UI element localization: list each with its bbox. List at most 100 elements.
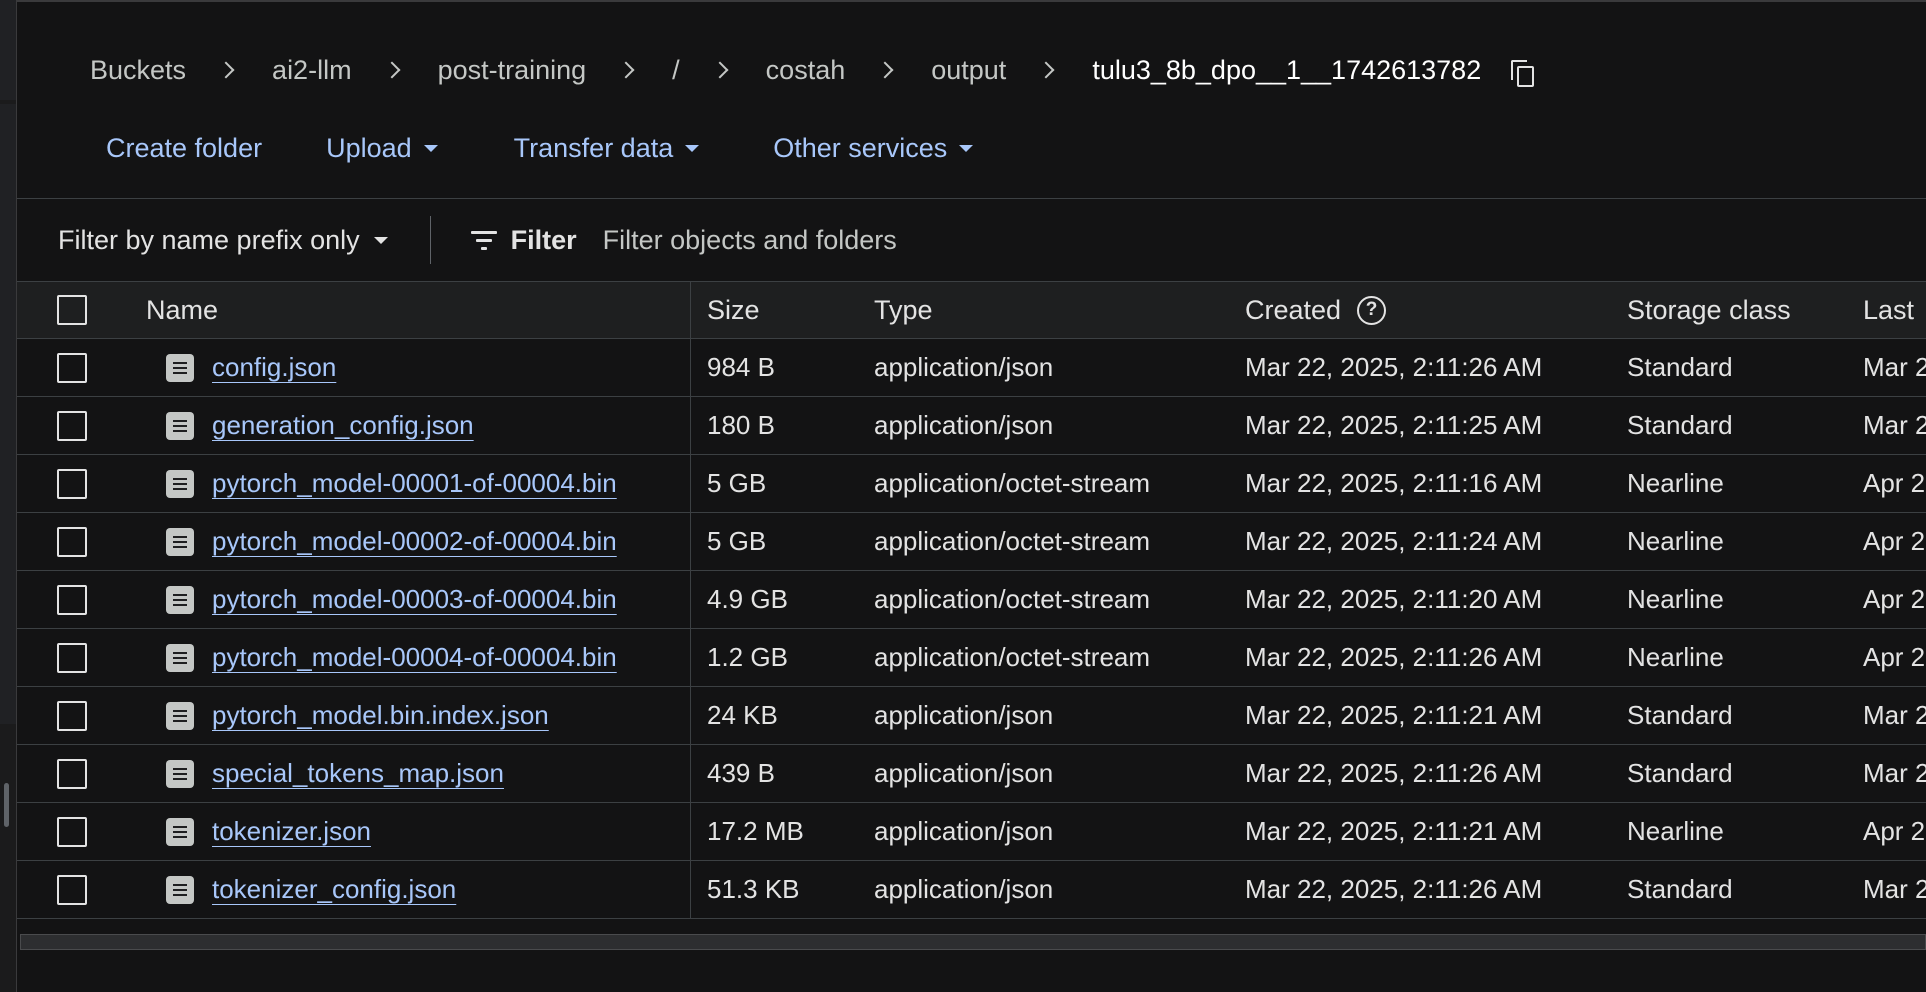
storage-class-cell: Nearline (1627, 816, 1724, 846)
column-header-created[interactable]: Created ? (1245, 282, 1387, 338)
file-name-link[interactable]: pytorch_model-00002-of-00004.bin (212, 526, 617, 557)
top-divider (17, 0, 1926, 3)
transfer-data-button[interactable]: Transfer data (514, 133, 700, 164)
column-header-created-label: Created (1245, 294, 1342, 325)
storage-class-cell: Standard (1627, 700, 1733, 730)
storage-class-cell: Standard (1627, 874, 1733, 904)
file-name-link[interactable]: tokenizer_config.json (212, 874, 456, 905)
size-cell: 439 B (707, 758, 775, 788)
file-name-link[interactable]: pytorch_model-00003-of-00004.bin (212, 584, 617, 615)
left-panel-segment (0, 0, 16, 100)
column-header-name[interactable]: Name (146, 282, 691, 338)
caret-down-icon (959, 144, 974, 152)
last-cell: Mar 2 (1863, 700, 1926, 730)
name-cell: special_tokens_map.json (146, 745, 691, 802)
row-checkbox[interactable] (57, 526, 87, 557)
file-icon (166, 411, 194, 440)
filter-mode-select[interactable]: Filter by name prefix only (58, 225, 388, 256)
size-cell: 4.9 GB (707, 584, 788, 614)
row-checkbox[interactable] (57, 352, 87, 383)
table-row[interactable]: special_tokens_map.json 439 B application/… (17, 745, 1926, 803)
file-icon (166, 817, 194, 846)
name-cell: pytorch_model-00004-of-00004.bin (146, 629, 691, 686)
panel-resize-handle[interactable] (4, 783, 9, 827)
name-cell: pytorch_model-00002-of-00004.bin (146, 513, 691, 570)
row-checkbox[interactable] (57, 410, 87, 441)
column-header-size[interactable]: Size (707, 282, 760, 338)
row-checkbox[interactable] (57, 468, 87, 499)
file-icon (166, 643, 194, 672)
table-row[interactable]: tokenizer_config.json 51.3 KB application/… (17, 861, 1926, 919)
chevron-right-icon (617, 61, 635, 79)
table-row[interactable]: pytorch_model-00004-of-00004.bin 1.2 GB ap… (17, 629, 1926, 687)
size-cell: 1.2 GB (707, 642, 788, 672)
type-cell: application/octet-stream (874, 468, 1151, 498)
file-name-link[interactable]: pytorch_model-00001-of-00004.bin (212, 468, 617, 499)
file-icon (166, 759, 194, 788)
storage-browser-page: Buckets ai2-llm post-training / costah o… (0, 0, 1926, 992)
breadcrumb-bucket[interactable]: ai2-llm (272, 55, 352, 86)
last-cell: Mar 2 (1863, 758, 1926, 788)
copy-icon[interactable] (1511, 60, 1535, 88)
chevron-right-icon (876, 61, 894, 79)
created-cell: Mar 22, 2025, 2:11:25 AM (1245, 410, 1543, 440)
toolbar: Create folder Upload Transfer data Other… (106, 128, 974, 168)
size-cell: 180 B (707, 410, 775, 440)
table-row[interactable]: generation_config.json 180 B application/j… (17, 397, 1926, 455)
create-folder-button[interactable]: Create folder (106, 133, 262, 164)
table-row[interactable]: pytorch_model.bin.index.json 24 KB applica… (17, 687, 1926, 745)
file-name-link[interactable]: pytorch_model.bin.index.json (212, 700, 549, 731)
other-services-button[interactable]: Other services (773, 133, 974, 164)
type-cell: application/octet-stream (874, 584, 1151, 614)
row-checkbox[interactable] (57, 700, 87, 731)
file-name-link[interactable]: tokenizer.json (212, 816, 371, 847)
table-body: config.json 984 B application/json Mar 22, … (17, 339, 1926, 919)
last-cell: Apr 2 (1863, 584, 1926, 614)
last-cell: Mar 2 (1863, 352, 1926, 382)
table-row[interactable]: pytorch_model-00003-of-00004.bin 4.9 GB ap… (17, 571, 1926, 629)
breadcrumb-buckets[interactable]: Buckets (90, 55, 186, 86)
size-cell: 17.2 MB (707, 816, 804, 846)
type-cell: application/json (874, 758, 1054, 788)
row-select-cell (57, 803, 87, 860)
row-checkbox[interactable] (57, 642, 87, 673)
table-row[interactable]: pytorch_model-00002-of-00004.bin 5 GB appl… (17, 513, 1926, 571)
created-cell: Mar 22, 2025, 2:11:21 AM (1245, 700, 1543, 730)
file-name-link[interactable]: pytorch_model-00004-of-00004.bin (212, 642, 617, 673)
column-header-type[interactable]: Type (874, 282, 933, 338)
last-cell: Mar 2 (1863, 410, 1926, 440)
table-row[interactable]: config.json 984 B application/json Mar 22, … (17, 339, 1926, 397)
help-icon[interactable]: ? (1357, 295, 1387, 325)
filter-icon[interactable] (470, 229, 497, 251)
file-name-link[interactable]: special_tokens_map.json (212, 758, 504, 789)
name-cell: tokenizer_config.json (146, 861, 691, 918)
row-select-cell (57, 629, 87, 686)
caret-down-icon (685, 144, 700, 152)
table-row[interactable]: pytorch_model-00001-of-00004.bin 5 GB appl… (17, 455, 1926, 513)
file-name-link[interactable]: generation_config.json (212, 410, 474, 441)
select-all-checkbox[interactable] (57, 295, 87, 325)
storage-class-cell: Standard (1627, 758, 1733, 788)
breadcrumb-folder[interactable]: / (672, 55, 680, 86)
breadcrumb-folder[interactable]: output (931, 55, 1006, 86)
chevron-right-icon (383, 61, 401, 79)
row-checkbox[interactable] (57, 758, 87, 789)
table-row[interactable]: tokenizer.json 17.2 MB application/json Mar… (17, 803, 1926, 861)
left-panel-edge (0, 0, 17, 992)
name-cell: tokenizer.json (146, 803, 691, 860)
column-header-storage-class[interactable]: Storage class (1627, 282, 1791, 338)
row-checkbox[interactable] (57, 816, 87, 847)
row-checkbox[interactable] (57, 584, 87, 615)
row-checkbox[interactable] (57, 874, 87, 905)
breadcrumb-folder[interactable]: costah (766, 55, 846, 86)
breadcrumb-folder[interactable]: post-training (438, 55, 587, 86)
filter-mode-value: Filter by name prefix only (58, 224, 360, 255)
name-cell: generation_config.json (146, 397, 691, 454)
file-name-link[interactable]: config.json (212, 352, 336, 383)
column-header-last[interactable]: Last (1863, 282, 1914, 338)
storage-class-cell: Standard (1627, 410, 1733, 440)
horizontal-scrollbar[interactable] (20, 934, 1926, 950)
upload-button[interactable]: Upload (326, 133, 438, 164)
breadcrumb: Buckets ai2-llm post-training / costah o… (90, 50, 1535, 90)
filter-input[interactable] (602, 224, 1303, 256)
